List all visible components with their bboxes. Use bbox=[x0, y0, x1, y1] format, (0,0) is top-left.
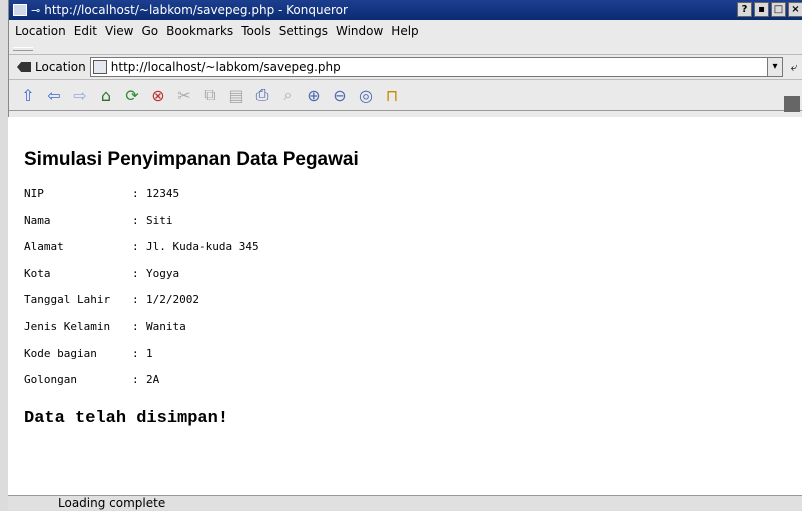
location-bar: Location http://localhost/~labkom/savepe… bbox=[9, 54, 802, 79]
field-separator: : bbox=[132, 187, 139, 200]
up-icon[interactable]: ⇧ bbox=[17, 84, 39, 106]
maximize-button[interactable]: □ bbox=[771, 2, 786, 17]
stop-icon[interactable]: ⊗ bbox=[147, 84, 169, 106]
app-icon[interactable] bbox=[13, 4, 27, 16]
menu-help[interactable]: Help bbox=[391, 24, 418, 38]
menu-bookmarks[interactable]: Bookmarks bbox=[166, 24, 233, 38]
field-value: Jl. Kuda-kuda 345 bbox=[146, 240, 259, 254]
field-label: NIP bbox=[24, 187, 44, 200]
field-value: Wanita bbox=[146, 319, 186, 333]
field-row: NIP:12345 bbox=[24, 187, 259, 214]
copy-icon[interactable]: ⧉ bbox=[199, 84, 221, 106]
close-button[interactable]: × bbox=[788, 2, 802, 17]
minimize-button[interactable]: ▪ bbox=[754, 2, 769, 17]
menu-go[interactable]: Go bbox=[142, 24, 159, 38]
field-separator: : bbox=[132, 373, 139, 387]
pin-icon[interactable]: ⊸ bbox=[31, 4, 40, 17]
paste-icon[interactable]: ▤ bbox=[225, 84, 247, 106]
menu-view[interactable]: View bbox=[105, 24, 133, 38]
main-toolbar: ⇧ ⇦ ⇨ ⌂ ⟳ ⊗ ✂ ⧉ ▤ ⎙ ⌕ ⊕ ⊖ ◎ ⊓ bbox=[9, 79, 802, 111]
field-row: Kode bagian:1 bbox=[24, 347, 259, 374]
page-title: Simulasi Penyimpanan Data Pegawai bbox=[24, 149, 359, 170]
field-separator: : bbox=[132, 293, 139, 307]
window-title: http://localhost/~labkom/savepeg.php - K… bbox=[44, 3, 348, 17]
menu-settings[interactable]: Settings bbox=[279, 24, 328, 38]
field-separator: : bbox=[132, 213, 139, 227]
field-value: Yogya bbox=[146, 266, 180, 280]
toolbar-handle[interactable] bbox=[13, 47, 33, 51]
saved-message: Data telah disimpan! bbox=[24, 409, 229, 428]
zoom-icon[interactable]: ◎ bbox=[355, 84, 377, 106]
toolbar-handle-row bbox=[9, 42, 802, 54]
field-row: Nama: Siti bbox=[24, 214, 259, 241]
field-value: 2A bbox=[146, 373, 160, 387]
menu-location[interactable]: Location bbox=[15, 24, 66, 38]
field-separator: : bbox=[132, 319, 139, 333]
back-icon[interactable]: ⇦ bbox=[43, 84, 65, 106]
field-label: Nama bbox=[24, 213, 51, 227]
menu-edit[interactable]: Edit bbox=[74, 24, 97, 38]
field-value: 1 bbox=[146, 346, 153, 360]
go-button[interactable]: ⤶ bbox=[785, 60, 802, 75]
menu-window[interactable]: Window bbox=[336, 24, 383, 38]
field-value: Siti bbox=[146, 213, 173, 227]
page-content: Simulasi Penyimpanan Data Pegawai NIP:12… bbox=[8, 117, 802, 495]
field-row: Tanggal Lahir:1/2/2002 bbox=[24, 293, 259, 320]
employee-data-list: NIP:12345 Nama: Siti Alamat: Jl. Kuda-kuda… bbox=[24, 187, 259, 400]
zoom-out-icon[interactable]: ⊖ bbox=[329, 84, 351, 106]
url-text: http://localhost/~labkom/savepeg.php bbox=[110, 60, 341, 74]
cut-icon[interactable]: ✂ bbox=[173, 84, 195, 106]
field-row: Kota: Yogya bbox=[24, 267, 259, 294]
field-label: Kode bagian bbox=[24, 346, 97, 360]
help-button[interactable]: ? bbox=[737, 2, 752, 17]
zoom-in-icon[interactable]: ⊕ bbox=[303, 84, 325, 106]
location-label: Location bbox=[35, 60, 86, 74]
page-icon bbox=[92, 60, 107, 74]
throbber-icon bbox=[784, 96, 800, 112]
status-bar: Loading complete bbox=[8, 495, 802, 510]
field-value: 1/2/2002 bbox=[146, 293, 199, 307]
field-value: 12345 bbox=[146, 187, 180, 200]
menu-bar: Location Edit View Go Bookmarks Tools Se… bbox=[9, 20, 802, 42]
forward-icon[interactable]: ⇨ bbox=[69, 84, 91, 106]
reload-icon[interactable]: ⟳ bbox=[121, 84, 143, 106]
url-input[interactable]: http://localhost/~labkom/savepeg.php bbox=[89, 57, 768, 77]
field-label: Alamat bbox=[24, 240, 64, 254]
clear-location-icon[interactable] bbox=[17, 62, 31, 72]
field-separator: : bbox=[132, 240, 139, 254]
field-row: Jenis Kelamin: Wanita bbox=[24, 320, 259, 347]
field-separator: : bbox=[132, 346, 139, 360]
field-label: Kota bbox=[24, 266, 51, 280]
field-separator: : bbox=[132, 266, 139, 280]
field-label: Golongan bbox=[24, 373, 77, 387]
menu-tools[interactable]: Tools bbox=[241, 24, 271, 38]
field-label: Jenis Kelamin bbox=[24, 319, 111, 333]
find-icon[interactable]: ⌕ bbox=[277, 84, 299, 106]
url-history-dropdown[interactable]: ▾ bbox=[768, 57, 783, 77]
lock-icon[interactable]: ⊓ bbox=[381, 84, 403, 106]
field-label: Tanggal Lahir bbox=[24, 293, 111, 307]
title-bar: ⊸ http://localhost/~labkom/savepeg.php -… bbox=[9, 0, 802, 20]
print-icon[interactable]: ⎙ bbox=[251, 84, 273, 106]
status-text: Loading complete bbox=[58, 496, 166, 510]
field-row: Alamat: Jl. Kuda-kuda 345 bbox=[24, 240, 259, 267]
home-icon[interactable]: ⌂ bbox=[95, 84, 117, 106]
field-row: Golongan:2A bbox=[24, 373, 259, 400]
